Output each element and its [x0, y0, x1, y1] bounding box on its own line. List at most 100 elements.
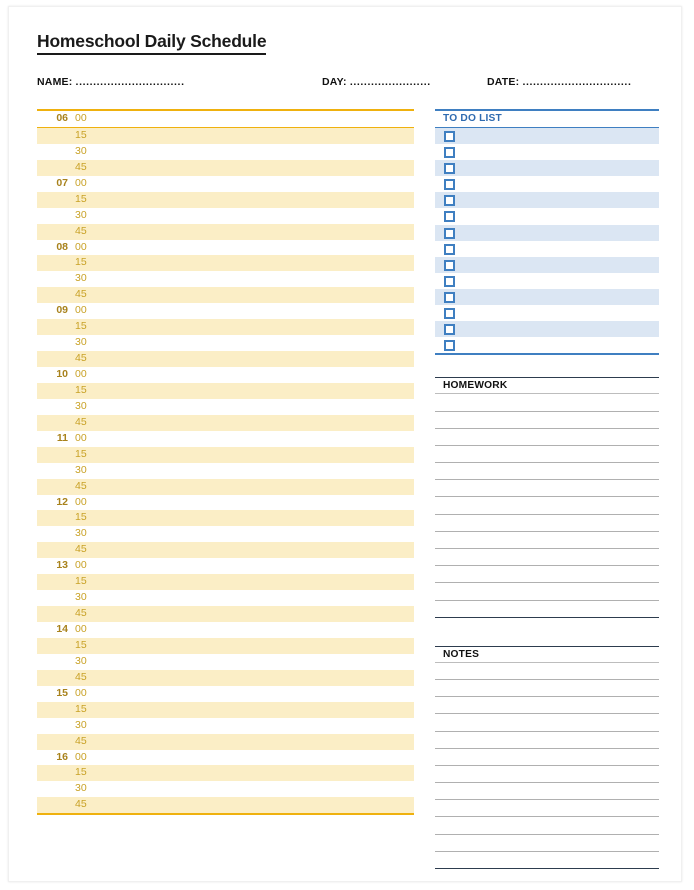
schedule-row[interactable]: 45	[37, 797, 414, 814]
notes-write-line[interactable]	[435, 730, 659, 748]
empty-checkbox-icon[interactable]	[444, 243, 455, 255]
schedule-row[interactable]: 09 00	[37, 303, 414, 319]
homework-write-line[interactable]	[435, 513, 659, 531]
todo-list-item[interactable]	[435, 208, 659, 224]
schedule-row[interactable]: 45	[37, 733, 414, 750]
schedule-row[interactable]: 30	[37, 335, 414, 351]
homework-write-line[interactable]	[435, 530, 659, 548]
homework-write-line[interactable]	[435, 582, 659, 599]
empty-checkbox-icon[interactable]	[444, 227, 455, 239]
schedule-row[interactable]: 15	[37, 574, 414, 591]
schedule-row[interactable]: 15	[37, 446, 414, 463]
schedule-row[interactable]: 14 00	[37, 622, 414, 638]
schedule-row[interactable]: 30	[37, 590, 414, 606]
schedule-row[interactable]: 30	[37, 718, 414, 734]
schedule-row[interactable]: 45	[37, 351, 414, 367]
schedule-row[interactable]: 45	[37, 542, 414, 559]
homework-write-line[interactable]	[435, 548, 659, 565]
schedule-row[interactable]: 06 00	[37, 111, 414, 128]
todo-list-item[interactable]	[435, 241, 659, 257]
empty-checkbox-icon[interactable]	[444, 211, 455, 223]
empty-checkbox-icon[interactable]	[444, 340, 455, 352]
schedule-row[interactable]: 30	[37, 781, 414, 797]
homework-write-line[interactable]	[435, 599, 659, 617]
notes-write-line[interactable]	[435, 747, 659, 765]
todo-list-item[interactable]	[435, 144, 659, 160]
todo-list-item[interactable]	[435, 160, 659, 177]
homework-write-line[interactable]	[435, 444, 659, 462]
todo-list-item[interactable]	[435, 321, 659, 338]
homework-write-line[interactable]	[435, 427, 659, 445]
schedule-row[interactable]: 45	[37, 287, 414, 304]
notes-write-line[interactable]	[435, 713, 659, 730]
notes-write-line[interactable]	[435, 696, 659, 713]
schedule-row[interactable]: 30	[37, 271, 414, 287]
empty-checkbox-icon[interactable]	[444, 179, 455, 191]
schedule-row[interactable]: 16 00	[37, 750, 414, 766]
notes-write-line[interactable]	[435, 799, 659, 816]
schedule-row[interactable]: 13 00	[37, 558, 414, 574]
todo-list-item[interactable]	[435, 128, 659, 145]
schedule-row[interactable]: 15	[37, 127, 414, 144]
empty-checkbox-icon[interactable]	[444, 131, 455, 142]
schedule-row[interactable]: 30	[37, 144, 414, 160]
schedule-row[interactable]: 10 00	[37, 367, 414, 383]
notes-write-line[interactable]	[435, 764, 659, 782]
schedule-row[interactable]: 45	[37, 159, 414, 176]
empty-checkbox-icon[interactable]	[444, 259, 455, 271]
notes-write-line[interactable]	[435, 833, 659, 851]
schedule-row[interactable]: 45	[37, 414, 414, 431]
schedule-row[interactable]: 15	[37, 382, 414, 399]
schedule-row[interactable]: 15	[37, 637, 414, 654]
schedule-row[interactable]: 45	[37, 223, 414, 240]
schedule-row[interactable]: 45	[37, 669, 414, 686]
empty-checkbox-icon[interactable]	[444, 291, 455, 303]
schedule-row[interactable]: 15	[37, 255, 414, 272]
schedule-row[interactable]: 12 00	[37, 495, 414, 511]
homework-write-line[interactable]	[435, 565, 659, 582]
schedule-row[interactable]: 15	[37, 765, 414, 782]
schedule-row[interactable]: 30	[37, 526, 414, 542]
schedule-row[interactable]: 15	[37, 319, 414, 336]
schedule-row[interactable]: 45	[37, 606, 414, 622]
schedule-row[interactable]: 15	[37, 191, 414, 208]
homework-write-line[interactable]	[435, 393, 659, 410]
homework-write-line[interactable]	[435, 496, 659, 513]
todo-list-item[interactable]	[435, 288, 659, 306]
empty-checkbox-icon[interactable]	[444, 195, 455, 207]
todo-list-item[interactable]	[435, 256, 659, 273]
schedule-row[interactable]: 30	[37, 463, 414, 479]
todo-list-item[interactable]	[435, 192, 659, 209]
notes-write-line[interactable]	[435, 850, 659, 868]
empty-checkbox-icon[interactable]	[444, 308, 455, 320]
todo-list-item[interactable]	[435, 224, 659, 241]
todo-list-item[interactable]	[435, 305, 659, 321]
notes-write-line[interactable]	[435, 678, 659, 696]
schedule-row[interactable]: 30	[37, 399, 414, 415]
homework-write-line[interactable]	[435, 462, 659, 479]
day-field[interactable]: DAY: .......................	[322, 76, 431, 88]
schedule-row[interactable]: 15	[37, 701, 414, 718]
schedule-row[interactable]: 15	[37, 510, 414, 527]
schedule-row[interactable]: 15 00	[37, 686, 414, 702]
schedule-row[interactable]: 45	[37, 478, 414, 495]
empty-checkbox-icon[interactable]	[444, 163, 455, 175]
schedule-row[interactable]: 30	[37, 654, 414, 670]
notes-write-line[interactable]	[435, 816, 659, 833]
todo-list-item[interactable]	[435, 337, 659, 353]
notes-write-line[interactable]	[435, 661, 659, 679]
empty-checkbox-icon[interactable]	[444, 147, 455, 159]
todo-list-item[interactable]	[435, 176, 659, 192]
empty-checkbox-icon[interactable]	[444, 324, 455, 336]
empty-checkbox-icon[interactable]	[444, 275, 455, 287]
schedule-row[interactable]: 07 00	[37, 176, 414, 192]
schedule-row[interactable]: 08 00	[37, 240, 414, 256]
name-field[interactable]: NAME: ...............................	[37, 76, 185, 88]
homework-write-line[interactable]	[435, 479, 659, 496]
todo-list-item[interactable]	[435, 273, 659, 289]
homework-write-line[interactable]	[435, 410, 659, 428]
date-field[interactable]: DATE: ...............................	[487, 76, 631, 88]
schedule-row[interactable]: 30	[37, 208, 414, 224]
schedule-row[interactable]: 11 00	[37, 431, 414, 447]
notes-write-line[interactable]	[435, 782, 659, 799]
